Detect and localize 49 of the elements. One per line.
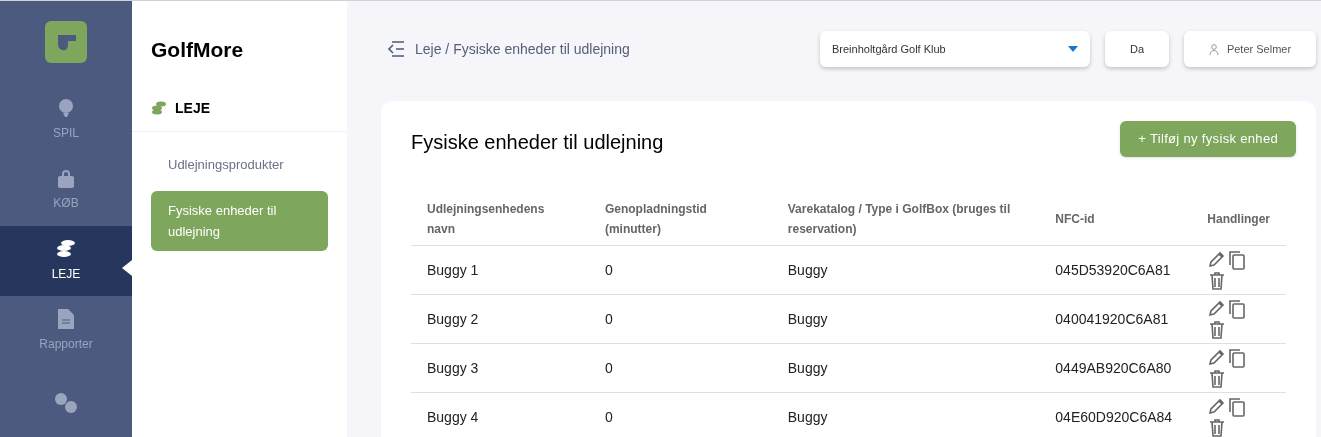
section-title: LEJE (175, 98, 210, 118)
table-cell: Buggy 4 (427, 408, 479, 425)
table-cell: 0449AB920C6A80 (1055, 359, 1172, 376)
menu-collapse-icon[interactable] (387, 41, 405, 57)
coins-icon (151, 101, 167, 115)
gears-icon (53, 390, 79, 413)
column-header: Genopladningstid (minutter) (604, 202, 707, 236)
coins-icon (55, 239, 77, 260)
table-cell: 0 (604, 310, 613, 327)
user-button[interactable]: Peter Selmer (1184, 31, 1316, 67)
table-cell: Buggy 2 (427, 310, 479, 327)
add-unit-button[interactable]: + Tilføj ny fysisk enhed (1120, 121, 1296, 157)
table-cell: 0 (604, 408, 613, 425)
document-icon (58, 309, 74, 330)
club-select[interactable]: Breinholtgård Golf Klub (820, 31, 1090, 67)
table-cell: 04E60D920C6A84 (1055, 408, 1173, 425)
table-cell: Buggy (787, 261, 828, 278)
column-header: Handlinger (1207, 212, 1270, 226)
submenu-item[interactable]: Fysiske enheder til udlejning (151, 190, 328, 251)
language-button[interactable]: Da (1105, 31, 1169, 67)
nav-item[interactable]: SPIL (0, 85, 132, 156)
logo-icon (45, 21, 87, 63)
table-cell: 0 (604, 359, 613, 376)
bag-icon (57, 169, 75, 188)
column-header: Varekatalog / Type i GolfBox (bruges til reservation) (787, 202, 1011, 236)
table-cell: 045D53920C6A81 (1055, 261, 1171, 278)
copy-icon[interactable] (1227, 347, 1248, 369)
table-cell: Buggy 3 (427, 359, 479, 376)
nav-item[interactable]: KØB (0, 155, 132, 226)
table-cell: Buggy (787, 408, 828, 425)
brand-title: GolfMore (150, 37, 245, 63)
user-icon (1208, 43, 1219, 55)
golf-ball-icon (57, 98, 75, 119)
caret-icon (1068, 46, 1078, 52)
column-header: Udlejningsenhedens navn (427, 202, 545, 236)
card-title: Fysiske enheder til udlejning (411, 130, 664, 155)
table-cell: 0 (604, 261, 613, 278)
column-header: NFC-id (1055, 212, 1095, 226)
table-cell: Buggy (787, 359, 828, 376)
copy-icon[interactable] (1227, 396, 1248, 418)
nav-item[interactable]: LEJE (0, 225, 132, 297)
submenu-item[interactable]: Udlejningsprodukter (151, 145, 328, 183)
table-cell: 040041920C6A81 (1055, 310, 1169, 327)
nav-item[interactable]: Rapporter (0, 296, 132, 367)
table-cell: Buggy (787, 310, 828, 327)
copy-icon[interactable] (1227, 249, 1248, 271)
table-cell: Buggy 1 (427, 261, 479, 278)
copy-icon[interactable] (1227, 298, 1248, 320)
breadcrumb: Leje / Fysiske enheder til udlejning (415, 39, 630, 59)
